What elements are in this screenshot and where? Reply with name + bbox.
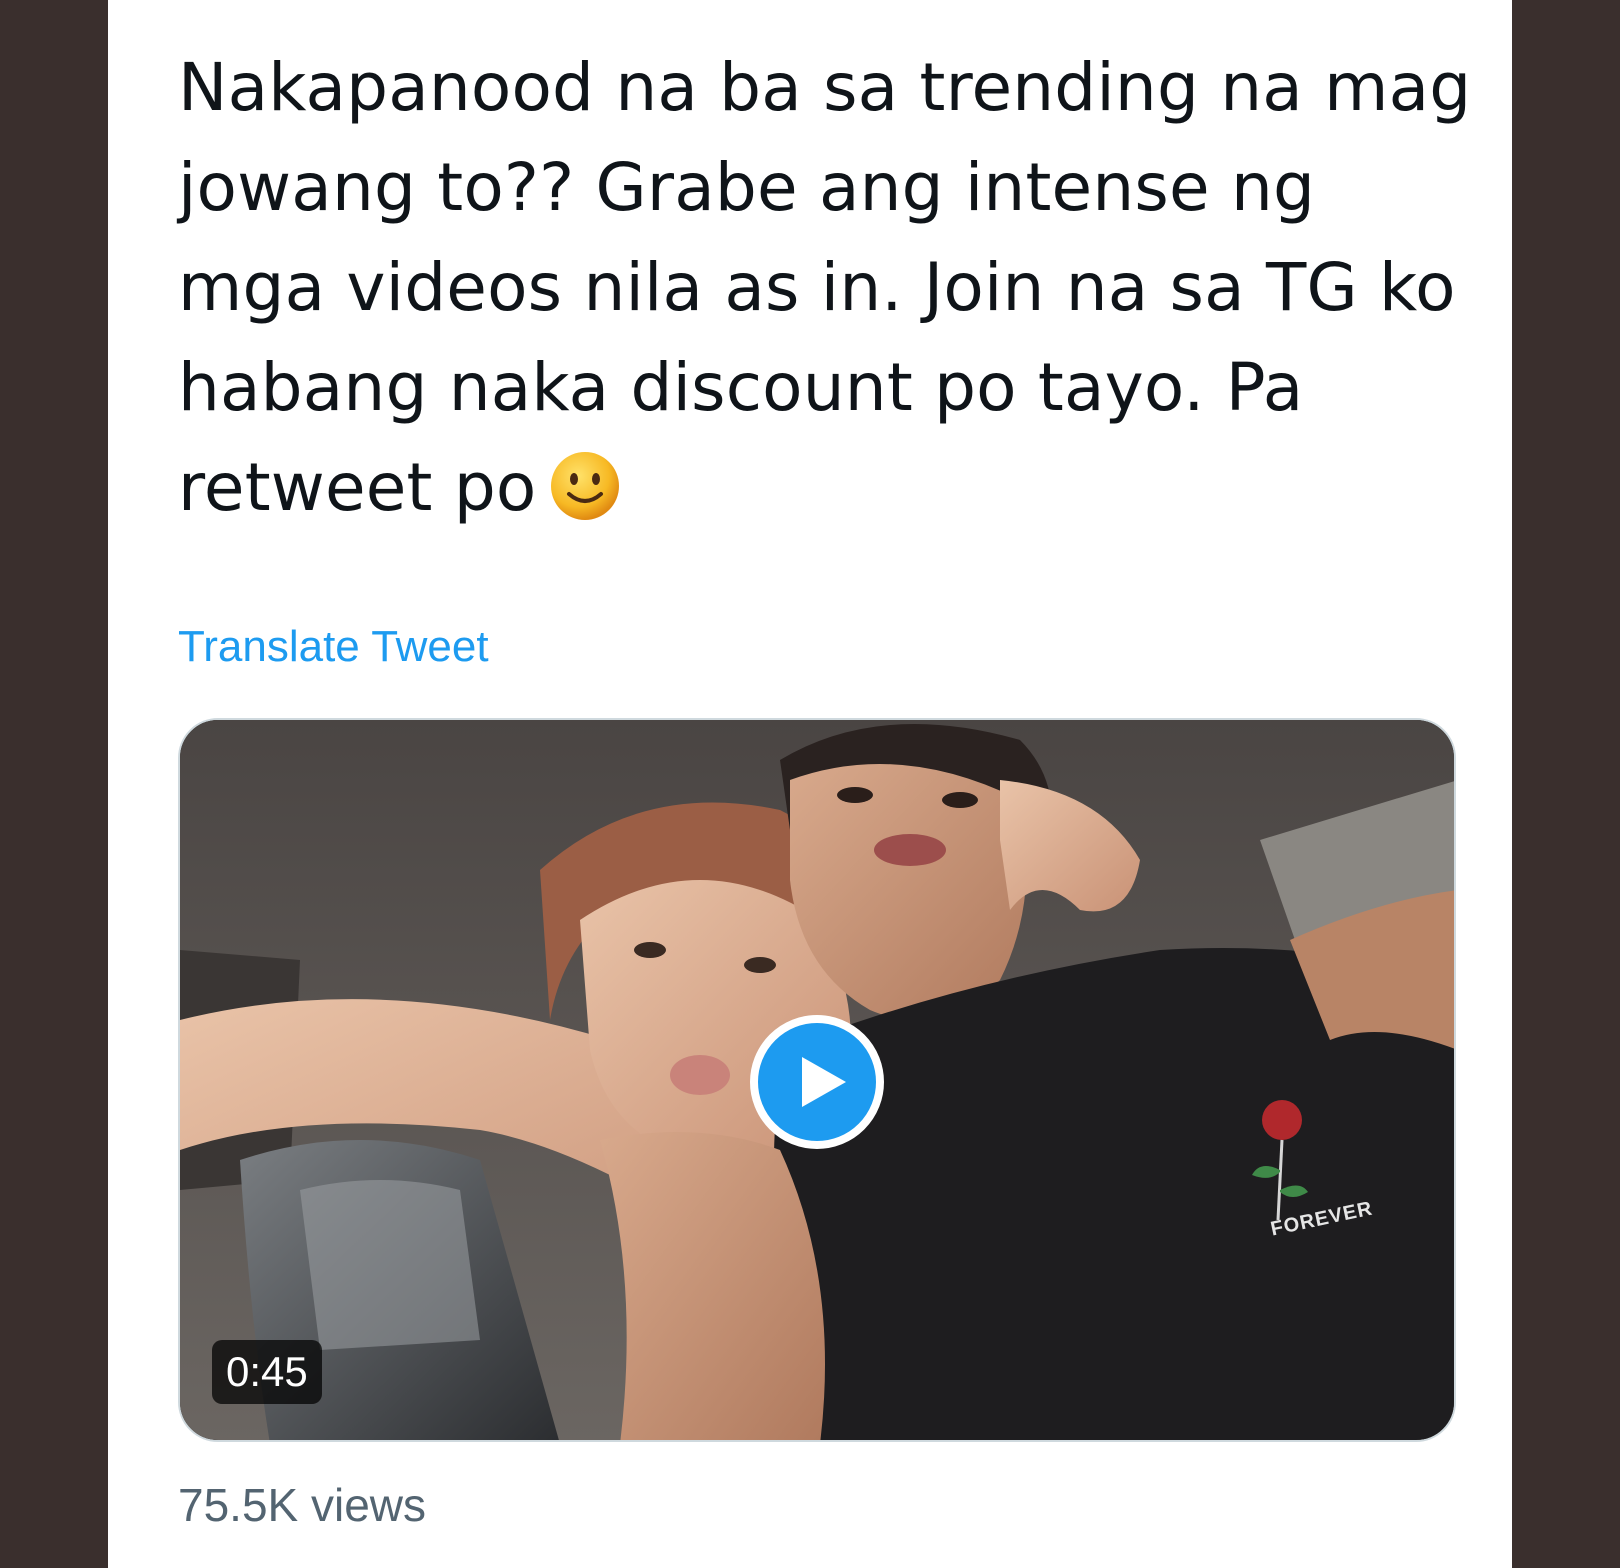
- view-count: 75.5K views: [178, 1479, 427, 1531]
- tweet-card: Nakapanood na ba sa trending na mag jowa…: [108, 0, 1512, 1568]
- left-background-frame: [0, 0, 108, 1568]
- translate-tweet-link[interactable]: Translate Tweet: [178, 622, 489, 672]
- video-duration-badge: 0:45: [212, 1340, 322, 1404]
- play-icon: [802, 1057, 846, 1107]
- tweet-text-container: Nakapanood na ba sa trending na mag jowa…: [178, 38, 1478, 538]
- smiling-face-emoji-icon: [550, 452, 619, 520]
- tweet-text: Nakapanood na ba sa trending na mag jowa…: [178, 49, 1472, 526]
- play-button[interactable]: [750, 1015, 884, 1149]
- video-player[interactable]: FOREVER 0:45: [178, 718, 1456, 1442]
- right-background-frame: [1512, 0, 1620, 1568]
